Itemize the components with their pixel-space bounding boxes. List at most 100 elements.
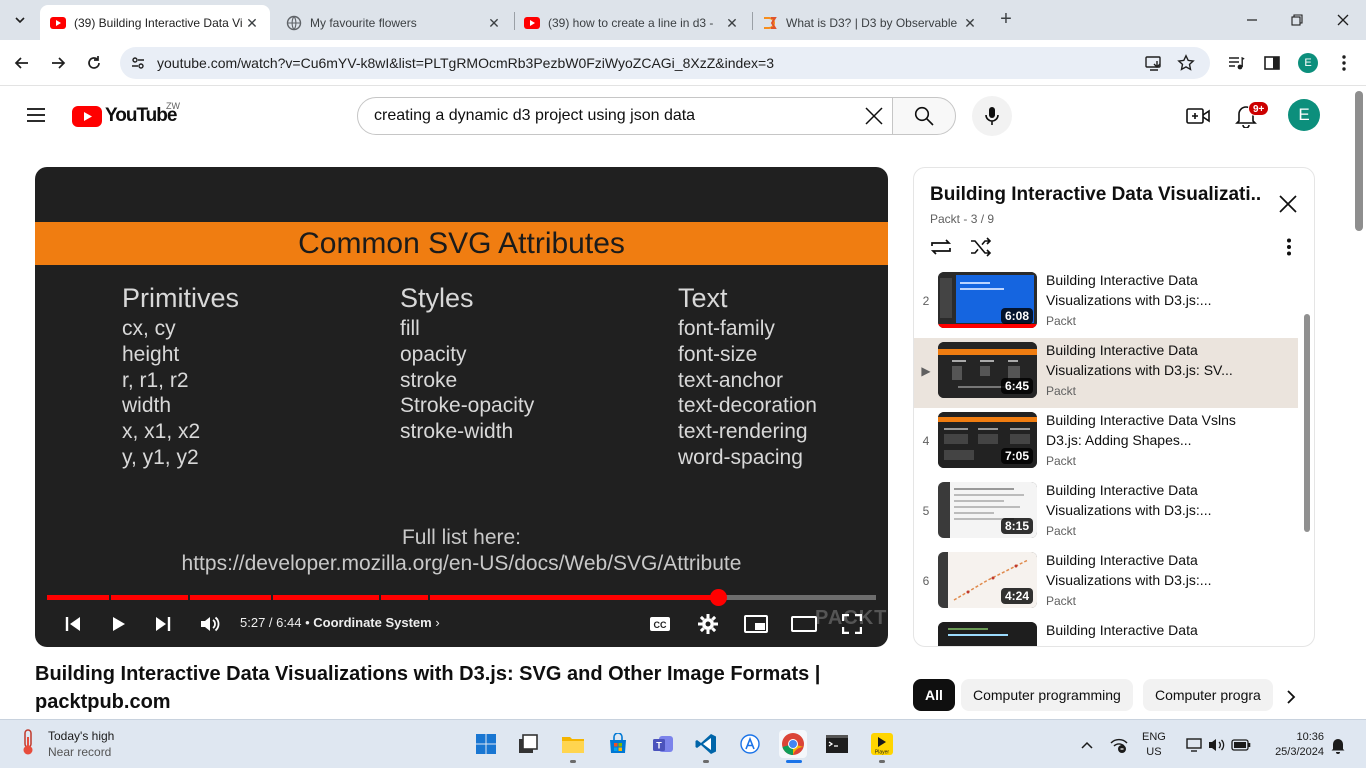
loop-icon[interactable] [928, 234, 954, 260]
playlist-item-title[interactable]: Building Interactive Data Visualizations… [1046, 340, 1246, 380]
system-clock[interactable]: 10:36 25/3/2024 [1264, 730, 1324, 760]
terminal-icon[interactable] [823, 730, 851, 758]
side-panel-icon[interactable] [1262, 53, 1282, 73]
teams-icon[interactable]: T [649, 730, 677, 758]
playlist-item-title[interactable]: Building Interactive Data [1046, 620, 1246, 640]
playlist-channel[interactable]: Packt [930, 212, 960, 226]
fullscreen-icon[interactable] [839, 611, 865, 637]
subtitles-cc-icon[interactable]: CC [647, 611, 673, 637]
playlist-item[interactable]: Building Interactive Data [914, 618, 1298, 646]
playlist-item-title[interactable]: Building Interactive Data Visualizations… [1046, 270, 1246, 310]
tab-close-icon[interactable]: ✕ [724, 15, 740, 31]
playlist-item-current[interactable]: ▶ 6:45 Building Interactive Data Visuali… [914, 338, 1298, 408]
chip-computer-programming-2[interactable]: Computer progra [1143, 679, 1273, 711]
account-avatar[interactable]: E [1288, 99, 1320, 131]
app-icon[interactable] [736, 730, 764, 758]
next-icon[interactable] [150, 611, 176, 637]
back-arrow-icon[interactable] [8, 49, 36, 77]
page-scrollbar-thumb[interactable] [1355, 91, 1363, 231]
shuffle-icon[interactable] [968, 234, 994, 260]
language-indicator[interactable]: ENG US [1142, 730, 1166, 760]
site-info-icon[interactable] [126, 51, 150, 75]
tab-close-icon[interactable]: ✕ [244, 15, 260, 31]
search-input[interactable]: creating a dynamic d3 project using json… [357, 97, 893, 135]
vscode-icon[interactable] [692, 730, 720, 758]
chip-all[interactable]: All [913, 679, 955, 711]
voice-search-button[interactable] [972, 96, 1012, 136]
restore-icon[interactable] [1282, 8, 1312, 32]
file-explorer-icon[interactable] [559, 730, 587, 758]
page-scrollbar[interactable] [1352, 87, 1366, 718]
playlist-item[interactable]: 4 7:05 Building Interactive Data Vslns D… [914, 408, 1298, 478]
progress-bar[interactable] [47, 589, 876, 606]
browser-tab[interactable]: (39) how to create a line in d3 - ✕ [514, 5, 750, 40]
browser-tab[interactable]: My favourite flowers ✕ [276, 5, 512, 40]
volume-icon[interactable] [197, 611, 223, 637]
chapter-title[interactable]: Coordinate System [313, 615, 431, 630]
tab-close-icon[interactable]: ✕ [962, 15, 978, 31]
playlist-item-title[interactable]: Building Interactive Data Vslns D3.js: A… [1046, 410, 1246, 450]
chevron-up-icon[interactable] [1076, 734, 1098, 756]
playlist-item[interactable]: 2 6:08 Building Interactive Data Visuali… [914, 268, 1298, 338]
microsoft-store-icon[interactable] [604, 730, 632, 758]
notification-bell-icon[interactable] [1327, 734, 1349, 756]
video-thumbnail[interactable] [938, 622, 1037, 646]
tab-close-icon[interactable]: ✕ [486, 15, 502, 31]
chevron-right-icon[interactable] [1280, 686, 1302, 708]
time-display[interactable]: 5:27 / 6:44 • Coordinate System › [240, 615, 440, 630]
display-icon[interactable] [1184, 734, 1206, 756]
video-player[interactable]: Common SVG Attributes Primitives cx, cy … [35, 167, 888, 647]
video-thumbnail[interactable]: 4:24 [938, 552, 1037, 608]
playlist-item[interactable]: 5 8:15 Building Interactive Data Visuali… [914, 478, 1298, 548]
close-window-icon[interactable] [1328, 8, 1358, 32]
close-playlist-icon[interactable] [1276, 192, 1300, 216]
speaker-icon[interactable] [1206, 734, 1228, 756]
video-thumbnail[interactable]: 8:15 [938, 482, 1037, 538]
more-vert-icon[interactable] [1276, 234, 1302, 260]
minimize-icon[interactable] [1237, 8, 1267, 32]
playlist-title[interactable]: Building Interactive Data Visualizati... [930, 184, 1260, 206]
reload-icon[interactable] [80, 49, 108, 77]
battery-icon[interactable] [1230, 734, 1252, 756]
profile-avatar[interactable]: E [1298, 53, 1318, 73]
youtube-icon [50, 15, 66, 31]
hamburger-menu-icon[interactable] [24, 103, 48, 127]
video-thumbnail[interactable]: 7:05 [938, 412, 1037, 468]
play-icon[interactable] [105, 611, 131, 637]
weather-widget[interactable]: Today's high Near record [18, 728, 114, 760]
video-thumbnail[interactable]: 6:08 [938, 272, 1037, 328]
more-vert-icon[interactable] [1334, 53, 1354, 73]
address-bar[interactable]: youtube.com/watch?v=Cu6mYV-k8wI&list=PLT… [120, 47, 1210, 79]
tab-search-button[interactable] [6, 6, 34, 34]
network-status-icon[interactable] [1108, 734, 1130, 756]
video-thumbnail[interactable]: 6:45 [938, 342, 1037, 398]
browser-tab-active[interactable]: (39) Building Interactive Data Vi ✕ [40, 5, 270, 40]
playlist-item-title[interactable]: Building Interactive Data Visualizations… [1046, 480, 1246, 520]
new-tab-icon[interactable]: + [994, 8, 1018, 32]
scrubber-knob[interactable] [710, 589, 728, 606]
url-text[interactable]: youtube.com/watch?v=Cu6mYV-k8wI&list=PLT… [157, 55, 774, 71]
browser-tab[interactable]: What is D3? | D3 by Observable ✕ [752, 5, 988, 40]
media-controls-icon[interactable] [1226, 53, 1246, 73]
youtube-logo[interactable]: YouTube ZW [72, 101, 180, 127]
playlist-item[interactable]: 6 4:24 Building Interactive Data Visuali… [914, 548, 1298, 618]
forward-arrow-icon[interactable] [44, 49, 72, 77]
search-button[interactable] [892, 97, 956, 135]
create-video-icon[interactable] [1185, 103, 1211, 129]
previous-icon[interactable] [60, 611, 86, 637]
task-view-icon[interactable] [514, 730, 542, 758]
start-windows-icon[interactable] [472, 730, 500, 758]
chip-computer-programming[interactable]: Computer programming [961, 679, 1133, 711]
player-icon[interactable]: Player [868, 730, 896, 758]
playlist-item-title[interactable]: Building Interactive Data Visualizations… [1046, 550, 1246, 590]
miniplayer-icon[interactable] [743, 611, 769, 637]
playlist-scrollbar[interactable] [1304, 314, 1310, 532]
theater-mode-icon[interactable] [791, 611, 817, 637]
install-app-icon[interactable] [1144, 53, 1164, 73]
settings-gear-icon[interactable] [695, 611, 721, 637]
chrome-icon[interactable] [779, 730, 807, 758]
clear-search-icon[interactable] [858, 100, 890, 132]
search-query-text[interactable]: creating a dynamic d3 project using json… [374, 107, 695, 125]
now-playing-icon: ▶ [921, 364, 931, 378]
bookmark-star-icon[interactable] [1176, 53, 1196, 73]
